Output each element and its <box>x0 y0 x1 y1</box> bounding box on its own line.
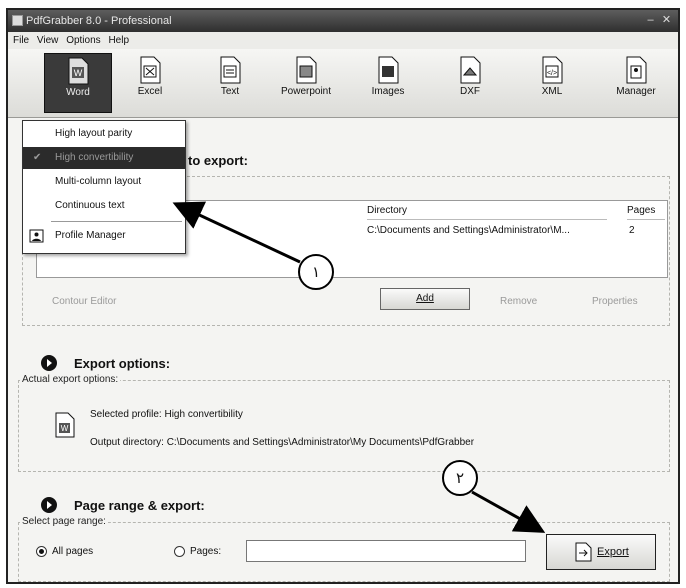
callout-2-arrow <box>471 490 546 533</box>
callout-1-badge: ١ <box>298 254 334 290</box>
callout-2-badge: ٢ <box>442 460 478 496</box>
annotation-arrows <box>172 201 546 533</box>
callout-1-arrow <box>172 201 301 264</box>
